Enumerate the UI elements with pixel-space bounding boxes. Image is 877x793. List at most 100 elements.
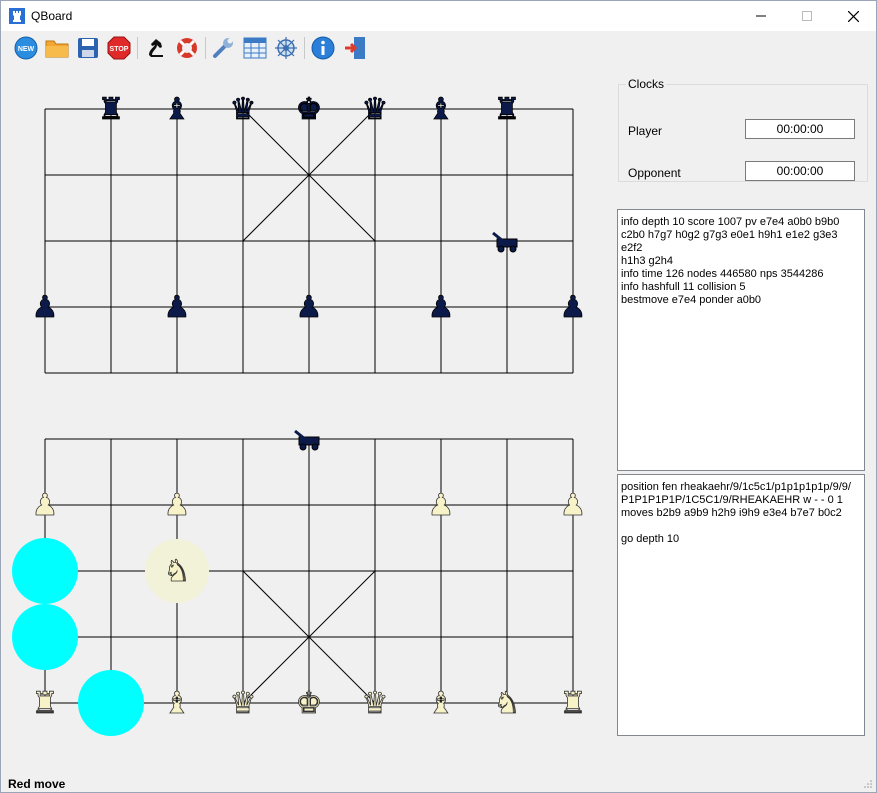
red-horse-piece[interactable]: ♞ xyxy=(493,686,521,722)
black-pawn-piece[interactable]: ♟ xyxy=(295,290,323,326)
black-elephant-piece[interactable]: ♝ xyxy=(427,92,455,128)
svg-text:♛: ♛ xyxy=(362,686,389,721)
network-button[interactable] xyxy=(273,35,299,61)
table-icon xyxy=(243,37,267,59)
lifebuoy-icon xyxy=(177,38,197,58)
black-advisor-piece[interactable]: ♛ xyxy=(361,92,389,128)
svg-text:♟: ♟ xyxy=(428,290,455,325)
move-target-marker[interactable] xyxy=(12,538,78,604)
red-king-piece[interactable]: ♚ xyxy=(295,686,323,722)
svg-text:♟: ♟ xyxy=(296,290,323,325)
help-button[interactable] xyxy=(174,35,200,61)
svg-text:♜: ♜ xyxy=(32,686,59,721)
xiangqi-board[interactable]: ♜ ♝ ♛ ♚ ♛ ♝ ♜ ♟ ♟ ♟ ♟ ♟ ♟ ♟ ♟ ♟ ♞ ♜ ♝ ♛ ♚ ♛ ♝ ♞ ♜ xyxy=(1,65,611,775)
new-icon: NEW xyxy=(14,36,38,60)
clocks-group: Clocks Player 00:00:00 Opponent 00:00:00 xyxy=(618,77,868,182)
red-horse-piece[interactable]: ♞ xyxy=(145,539,209,603)
svg-text:♞: ♞ xyxy=(494,686,521,721)
opponent-clock-label: Opponent xyxy=(628,166,681,180)
black-rook-piece[interactable]: ♜ xyxy=(493,92,521,128)
svg-text:♚: ♚ xyxy=(296,92,323,127)
close-icon xyxy=(847,10,859,22)
exit-icon xyxy=(345,37,365,59)
svg-text:♟: ♟ xyxy=(32,290,59,325)
status-bar-text: Red move xyxy=(8,777,66,791)
info-icon xyxy=(311,36,335,60)
move-target-marker[interactable] xyxy=(12,604,78,670)
red-elephant-piece[interactable]: ♝ xyxy=(427,686,455,722)
player-clock-field: 00:00:00 xyxy=(745,119,855,139)
svg-text:♟: ♟ xyxy=(164,488,191,523)
svg-text:♝: ♝ xyxy=(164,92,191,127)
svg-text:♛: ♛ xyxy=(362,92,389,127)
app-window: QBoard NEW STOP ♜ ♝ ♛ ♚ ♛ ♝ ♜ ♟ ♟ ♟ ♟ ♟ … xyxy=(0,0,877,793)
minimize-button[interactable] xyxy=(738,1,784,31)
title-bar[interactable]: QBoard xyxy=(1,1,876,31)
svg-text:♜: ♜ xyxy=(494,92,521,127)
knight-engine-icon xyxy=(149,39,163,57)
svg-text:♛: ♛ xyxy=(230,92,257,127)
maximize-icon xyxy=(802,11,812,21)
engine-input-panel[interactable]: position fen rheakaehr/9/1c5c1/p1p1p1p1p… xyxy=(617,474,865,736)
engine-button[interactable] xyxy=(143,35,169,61)
svg-text:STOP: STOP xyxy=(110,46,129,53)
svg-text:♝: ♝ xyxy=(164,686,191,721)
red-advisor-piece[interactable]: ♛ xyxy=(361,686,389,722)
svg-text:♝: ♝ xyxy=(428,92,455,127)
red-pawn-piece[interactable]: ♟ xyxy=(163,488,191,524)
settings-button[interactable] xyxy=(211,35,237,61)
black-pawn-piece[interactable]: ♟ xyxy=(427,290,455,326)
table-button[interactable] xyxy=(242,35,268,61)
about-button[interactable] xyxy=(310,35,336,61)
svg-text:♟: ♟ xyxy=(32,488,59,523)
engine-output-panel[interactable]: info depth 10 score 1007 pv e7e4 a0b0 b9… xyxy=(617,209,865,471)
resize-grip-icon[interactable] xyxy=(863,779,873,789)
black-pawn-piece[interactable]: ♟ xyxy=(31,290,59,326)
red-rook-piece[interactable]: ♜ xyxy=(559,686,587,722)
svg-text:♜: ♜ xyxy=(560,686,587,721)
svg-text:♝: ♝ xyxy=(428,686,455,721)
window-title: QBoard xyxy=(31,9,73,23)
black-elephant-piece[interactable]: ♝ xyxy=(163,92,191,128)
black-cannon-piece[interactable] xyxy=(492,231,518,253)
open-button[interactable] xyxy=(44,35,70,61)
red-pawn-piece[interactable]: ♟ xyxy=(427,488,455,524)
red-elephant-piece[interactable]: ♝ xyxy=(163,686,191,722)
save-button[interactable] xyxy=(75,35,101,61)
svg-text:NEW: NEW xyxy=(18,46,35,53)
black-king-piece[interactable]: ♚ xyxy=(295,92,323,128)
black-pawn-piece[interactable]: ♟ xyxy=(559,290,587,326)
black-pawn-piece[interactable]: ♟ xyxy=(163,290,191,326)
network-icon xyxy=(275,37,297,59)
new-game-button[interactable]: NEW xyxy=(13,35,39,61)
black-rook-piece[interactable]: ♜ xyxy=(97,92,125,128)
minimize-icon xyxy=(756,15,766,17)
close-button[interactable] xyxy=(830,1,876,31)
svg-text:♛: ♛ xyxy=(230,686,257,721)
svg-text:♟: ♟ xyxy=(428,488,455,523)
svg-text:♚: ♚ xyxy=(296,686,323,721)
svg-text:♟: ♟ xyxy=(164,290,191,325)
red-pawn-piece[interactable]: ♟ xyxy=(31,488,59,524)
player-clock-label: Player xyxy=(628,124,663,138)
stop-icon: STOP xyxy=(107,36,131,60)
toolbar-separator xyxy=(205,37,206,59)
exit-button[interactable] xyxy=(342,35,368,61)
toolbar-separator xyxy=(304,37,305,59)
move-target-marker[interactable] xyxy=(78,670,144,736)
svg-text:♜: ♜ xyxy=(98,92,125,127)
app-rook-icon xyxy=(9,8,25,24)
black-cannon-piece[interactable] xyxy=(294,429,320,451)
toolbar: NEW STOP xyxy=(1,31,876,65)
svg-text:♞: ♞ xyxy=(164,554,191,589)
toolbar-separator xyxy=(137,37,138,59)
black-advisor-piece[interactable]: ♛ xyxy=(229,92,257,128)
red-pawn-piece[interactable]: ♟ xyxy=(559,488,587,524)
stop-button[interactable]: STOP xyxy=(106,35,132,61)
opponent-clock-field: 00:00:00 xyxy=(745,161,855,181)
red-rook-piece[interactable]: ♜ xyxy=(31,686,59,722)
red-advisor-piece[interactable]: ♛ xyxy=(229,686,257,722)
svg-text:♟: ♟ xyxy=(560,290,587,325)
maximize-button[interactable] xyxy=(784,1,830,31)
wrench-icon xyxy=(213,38,233,58)
